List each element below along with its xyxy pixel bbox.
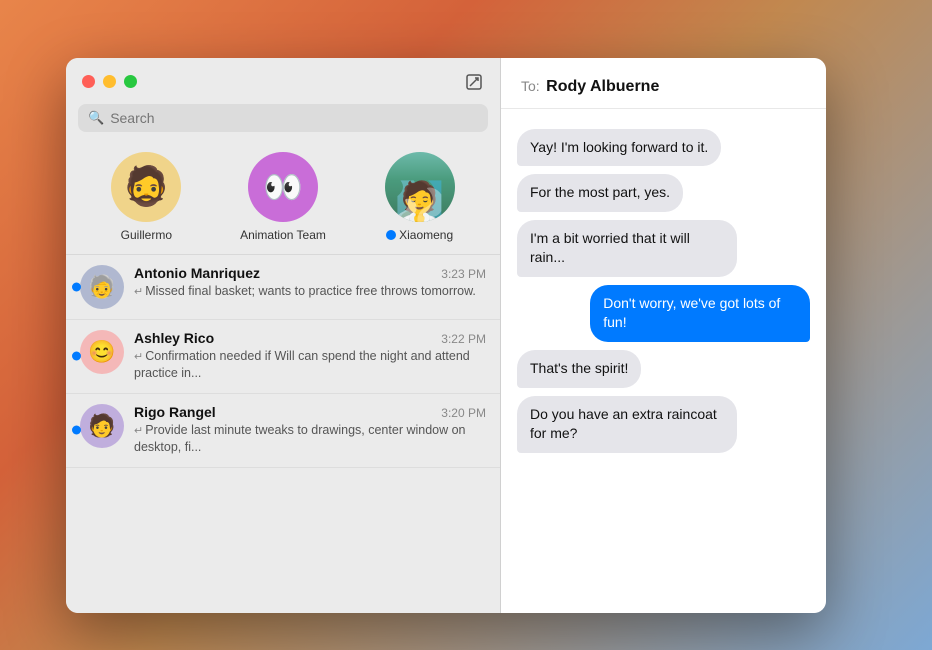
msg-preview-ashley: ↵Confirmation needed if Will can spend t… [134,348,486,383]
title-bar [66,58,500,100]
left-panel: 🔍 🧔 Guillermo 👀 Animation Team [66,58,501,613]
msg-name-antonio: Antonio Manriquez [134,265,260,281]
msg-time-rigo: 3:20 PM [441,406,486,420]
contact-name-animation-team: Animation Team [240,228,326,242]
search-bar[interactable]: 🔍 [78,104,488,132]
msg-time-antonio: 3:23 PM [441,267,486,281]
msg-preview-antonio: ↵Missed final basket; wants to practice … [134,283,486,301]
contact-name-guillermo: Guillermo [121,228,172,242]
maximize-button[interactable] [124,75,137,88]
bubble-row-1: Yay! I'm looking forward to it. [517,129,810,167]
avatar-rigo: 🧑 [80,404,124,448]
bubble-row-2: For the most part, yes. [517,174,810,212]
app-window: 🔍 🧔 Guillermo 👀 Animation Team [66,58,826,613]
bubble-6: Do you have an extra raincoat for me? [517,396,737,453]
msg-content-ashley: Ashley Rico 3:22 PM ↵Confirmation needed… [134,330,486,383]
chat-messages: Yay! I'm looking forward to it. For the … [501,109,826,613]
avatar-antonio: 🧓 [80,265,124,309]
unread-dot-ashley [72,352,81,361]
contact-name-xiaomeng: Xiaomeng [399,228,453,242]
bubble-row-4: Don't worry, we've got lots of fun! [517,285,810,342]
contact-name-wrap-xiaomeng: Xiaomeng [386,228,453,242]
unread-dot-antonio [72,282,81,291]
bubble-1: Yay! I'm looking forward to it. [517,129,721,167]
message-item-rigo[interactable]: 🧑 Rigo Rangel 3:20 PM ↵Provide last minu… [66,394,500,468]
reply-icon-ashley: ↵ [134,351,143,363]
online-dot-xiaomeng [386,230,396,240]
unread-indicator-antonio [72,282,81,291]
msg-content-rigo: Rigo Rangel 3:20 PM ↵Provide last minute… [134,404,486,457]
msg-content-antonio: Antonio Manriquez 3:23 PM ↵Missed final … [134,265,486,301]
unread-indicator-ashley [72,352,81,361]
search-icon: 🔍 [88,110,104,126]
bubble-row-6: Do you have an extra raincoat for me? [517,396,810,453]
msg-header-antonio: Antonio Manriquez 3:23 PM [134,265,486,281]
bubble-row-5: That's the spirit! [517,350,810,388]
bubble-4: Don't worry, we've got lots of fun! [590,285,810,342]
avatar-wrap-xiaomeng: 🧖 [385,152,455,222]
msg-header-ashley: Ashley Rico 3:22 PM [134,330,486,346]
avatar-ashley: 😊 [80,330,124,374]
pinned-contacts: 🧔 Guillermo 👀 Animation Team 🧖 [66,144,500,255]
right-panel: To: Rody Albuerne Yay! I'm looking forwa… [501,58,826,613]
unread-indicator-rigo [72,426,81,435]
bubble-5: That's the spirit! [517,350,641,388]
minimize-button[interactable] [103,75,116,88]
bubble-row-3: I'm a bit worried that it will rain... [517,220,810,277]
chat-to-name: Rody Albuerne [546,78,659,95]
pinned-contact-guillermo[interactable]: 🧔 Guillermo [111,152,181,242]
message-item-antonio[interactable]: 🧓 Antonio Manriquez 3:23 PM ↵Missed fina… [66,255,500,320]
msg-header-rigo: Rigo Rangel 3:20 PM [134,404,486,420]
msg-time-ashley: 3:22 PM [441,332,486,346]
message-item-ashley[interactable]: 😊 Ashley Rico 3:22 PM ↵Confirmation need… [66,320,500,394]
reply-icon-rigo: ↵ [134,425,143,437]
msg-name-rigo: Rigo Rangel [134,404,216,420]
bubble-2: For the most part, yes. [517,174,683,212]
bubble-3: I'm a bit worried that it will rain... [517,220,737,277]
search-input[interactable] [110,110,478,126]
traffic-lights [82,75,137,88]
unread-dot-rigo [72,426,81,435]
reply-icon-antonio: ↵ [134,286,143,298]
close-button[interactable] [82,75,95,88]
msg-name-ashley: Ashley Rico [134,330,214,346]
compose-button[interactable] [464,72,484,92]
chat-header: To: Rody Albuerne [501,58,826,109]
avatar-animation-team: 👀 [248,152,318,222]
msg-preview-rigo: ↵Provide last minute tweaks to drawings,… [134,422,486,457]
pinned-contact-animation-team[interactable]: 👀 Animation Team [240,152,326,242]
message-list: 🧓 Antonio Manriquez 3:23 PM ↵Missed fina… [66,255,500,613]
avatar-xiaomeng: 🧖 [385,152,455,222]
chat-to-label: To: [521,78,540,94]
pinned-contact-xiaomeng[interactable]: 🧖 Xiaomeng [385,152,455,242]
avatar-guillermo: 🧔 [111,152,181,222]
